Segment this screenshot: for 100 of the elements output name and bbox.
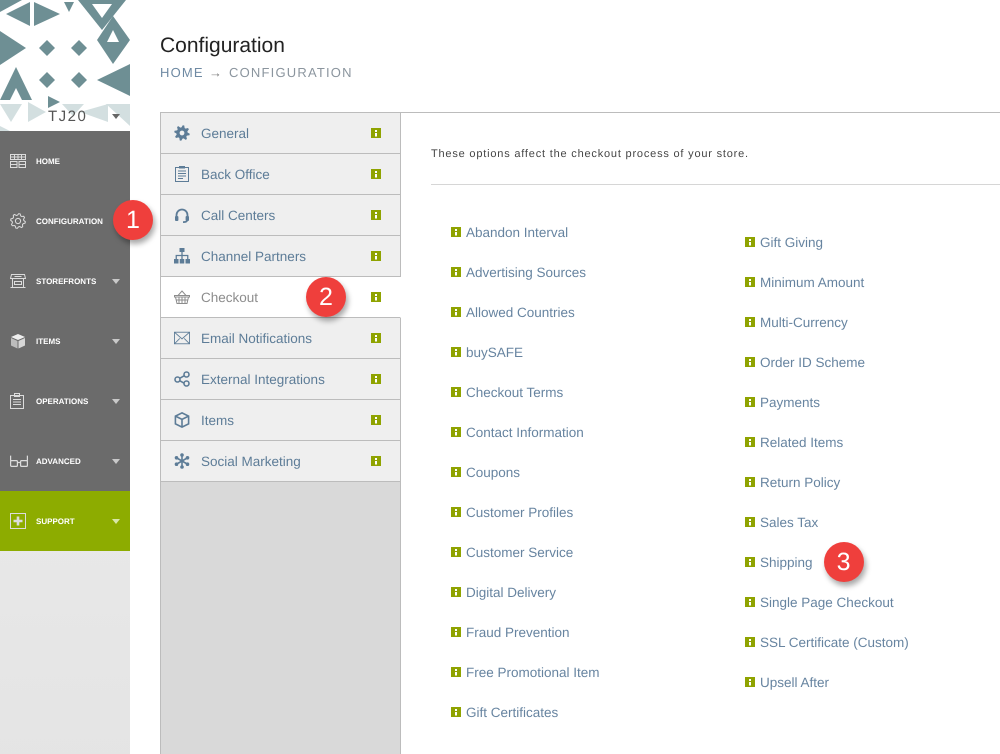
gear-icon [174,125,190,141]
option-link[interactable]: Single Page Checkout [760,594,894,610]
info-icon [371,210,381,220]
nav-item[interactable]: ITEMS [0,311,130,371]
option-link[interactable]: Free Promotional Item [466,664,600,680]
nav-item[interactable]: HOME [0,131,130,191]
option-link[interactable]: Multi-Currency [760,314,848,330]
info-icon [451,427,461,437]
option-link[interactable]: Order ID Scheme [760,354,866,370]
option-link[interactable]: Allowed Countries [466,304,575,320]
info-icon [745,397,755,407]
info-icon [745,317,755,327]
option-link[interactable]: Advertising Sources [466,264,586,280]
option-link[interactable]: Customer Profiles [466,504,574,520]
info-icon [745,477,755,487]
option-link[interactable]: Sales Tax [760,514,818,530]
info-icon [451,227,461,237]
option-link[interactable]: Shipping [760,554,813,570]
gear-icon [10,213,26,229]
option-link[interactable]: Payments [760,394,820,410]
info-icon [451,387,461,397]
cube-icon [10,333,26,349]
info-icon [371,374,381,384]
option-link[interactable]: Gift Giving [760,234,824,250]
option-link[interactable]: Related Items [760,434,844,450]
category-tab[interactable]: Items [161,400,401,441]
grid-icon [10,154,26,168]
nav-item[interactable]: STOREFRONTS [0,251,130,311]
clipboard-icon [10,393,24,409]
option-link[interactable]: Gift Certificates [466,704,558,720]
info-icon [371,415,381,425]
info-icon [745,357,755,367]
info-icon [451,507,461,517]
info-icon [451,667,461,677]
headset-icon [174,207,190,223]
info-icon [745,237,755,247]
option-link[interactable]: Checkout Terms [466,384,564,400]
caret-icon [112,518,120,524]
category-tab[interactable]: Social Marketing [161,441,401,482]
info-icon [371,128,381,138]
callout-badge: 3 [824,542,864,582]
info-icon [451,347,461,357]
clipboard-icon [175,166,189,182]
plus-square-icon [10,513,26,529]
info-icon [451,267,461,277]
option-link[interactable]: buySAFE [466,344,524,360]
info-icon [371,251,381,261]
option-link[interactable]: Upsell After [760,674,830,690]
info-icon [451,587,461,597]
option-link[interactable]: Digital Delivery [466,584,556,600]
cube-icon [174,412,190,428]
snowflake-icon [174,453,190,469]
breadcrumb-separator: → [208,65,224,81]
option-link[interactable]: Abandon Interval [466,224,568,240]
info-icon [451,307,461,317]
breadcrumb-current: CONFIGURATION [229,65,353,81]
option-link[interactable]: Customer Service [466,544,574,560]
store-switcher[interactable]: TJ20 [0,103,130,129]
option-link[interactable]: Coupons [466,464,520,480]
glasses-icon [10,455,28,467]
info-icon [745,597,755,607]
option-link[interactable]: Contact Information [466,424,584,440]
category-tab[interactable]: Call Centers [161,195,401,236]
callout-badge: 1 [113,200,153,240]
share-icon [174,371,190,387]
info-icon [451,547,461,557]
info-icon [451,467,461,477]
caret-icon [112,278,120,284]
nav-item[interactable]: SUPPORT [0,491,130,551]
info-icon [451,707,461,717]
nav-item[interactable]: OPERATIONS [0,371,130,431]
info-icon [745,517,755,527]
page-title: Configuration [160,33,285,59]
info-icon [371,292,381,302]
nav-item[interactable]: ADVANCED [0,431,130,491]
sitemap-icon [174,248,190,264]
category-tab[interactable]: Email Notifications [161,318,401,359]
option-link[interactable]: Return Policy [760,474,840,490]
option-link[interactable]: SSL Certificate (Custom) [760,634,909,650]
info-icon [451,627,461,637]
panel-description: These options affect the checkout process of your store. [431,147,749,161]
info-icon [745,557,755,567]
info-icon [745,677,755,687]
storefront-icon [10,273,26,289]
info-icon [371,456,381,466]
basket-icon [174,290,190,304]
info-icon [745,437,755,447]
caret-icon [112,398,120,404]
info-icon [371,333,381,343]
category-tab[interactable]: External Integrations [161,359,401,400]
caret-icon [112,338,120,344]
info-icon [745,637,755,647]
category-tab[interactable]: General [161,113,401,154]
envelope-icon [174,331,190,345]
category-tab[interactable]: Channel Partners [161,236,401,277]
caret-icon [112,114,120,118]
breadcrumb-link[interactable]: HOME [160,65,204,81]
option-link[interactable]: Fraud Prevention [466,624,570,640]
category-tab[interactable]: Back Office [161,154,401,195]
option-link[interactable]: Minimum Amount [760,274,864,290]
